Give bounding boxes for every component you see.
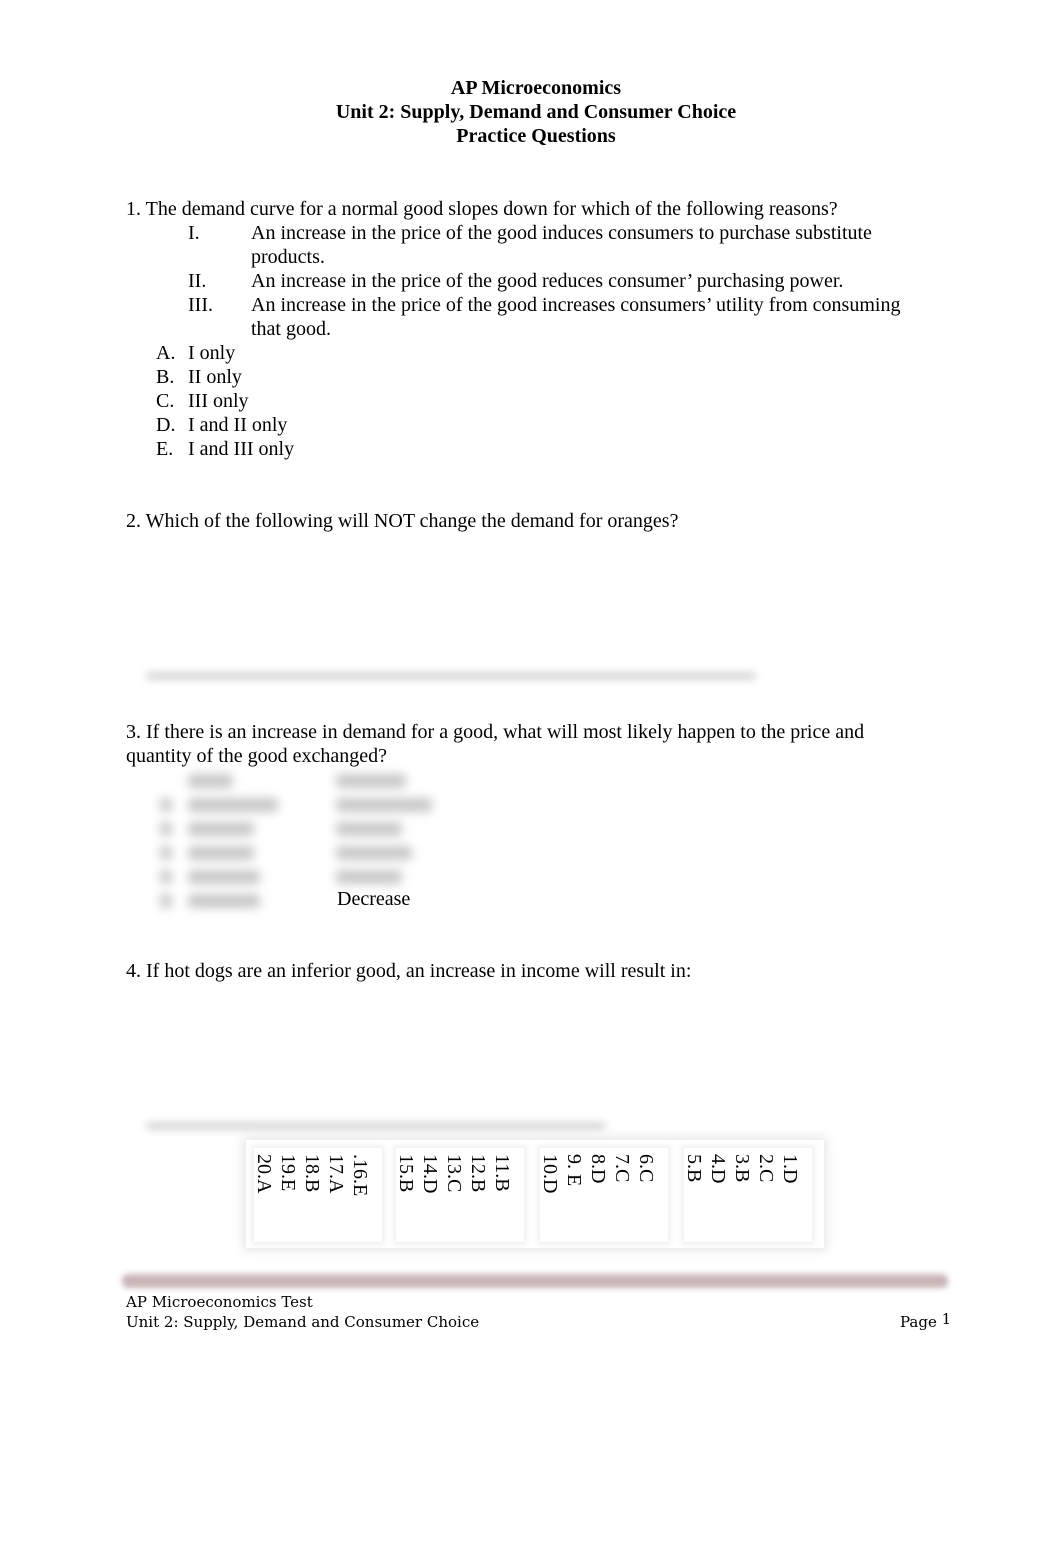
statement-numeral: I. bbox=[188, 222, 200, 244]
choice-letter: A. bbox=[156, 342, 176, 364]
blurred-cell bbox=[188, 846, 254, 860]
document-title: AP Microeconomics bbox=[450, 77, 622, 99]
blurred-header bbox=[336, 774, 406, 788]
blurred-cell bbox=[336, 798, 432, 812]
answer-key-column: 6.C 7.C 8.D 9. E 10.D bbox=[539, 1148, 668, 1242]
answer-key-entry: 13.C bbox=[443, 1154, 465, 1193]
page-label: Page bbox=[900, 1313, 937, 1331]
page-value: 1 bbox=[941, 1310, 952, 1328]
footer-divider bbox=[122, 1274, 948, 1288]
blurred-cell bbox=[336, 846, 412, 860]
statement-text: An increase in the price of the good red… bbox=[251, 270, 844, 292]
footer-title: AP Microeconomics Test bbox=[126, 1293, 313, 1311]
choice-text: III only bbox=[188, 390, 249, 412]
answer-key-table: 1.D 2.C 3.B 4.D 5.B 6.C 7.C 8.D 9. E 10.D 11.B 12.B… bbox=[246, 1140, 824, 1248]
choice-text: I and II only bbox=[188, 414, 288, 436]
blurred-cell bbox=[188, 870, 260, 884]
visible-table-value: Decrease bbox=[337, 888, 411, 910]
answer-key-entry: 1.D bbox=[779, 1154, 801, 1184]
blurred-letter bbox=[160, 894, 172, 908]
blurred-cell bbox=[188, 798, 278, 812]
answer-key-entry: 7.C bbox=[611, 1154, 633, 1183]
answer-key-entry: 10.D bbox=[539, 1154, 561, 1194]
choice-letter: B. bbox=[156, 366, 175, 388]
statement-text: An increase in the price of the good ind… bbox=[251, 222, 872, 244]
section-title: Practice Questions bbox=[456, 125, 616, 147]
answer-key-column: 11.B 12.B 13.C 14.D 15.B bbox=[395, 1148, 524, 1242]
answer-key-entry: 15.B bbox=[395, 1154, 417, 1193]
blurred-letter bbox=[160, 846, 172, 860]
blurred-cell bbox=[336, 870, 402, 884]
answer-key-column: .16.E 17.A 18.B 19.E 20.A bbox=[253, 1148, 382, 1242]
statement-numeral: II. bbox=[188, 270, 207, 292]
answer-key-entry: 17.A bbox=[325, 1154, 347, 1194]
answer-key-entry: 19.E bbox=[277, 1154, 299, 1192]
blurred-letter bbox=[160, 870, 172, 884]
page-number: Page 1 bbox=[900, 1310, 952, 1332]
choice-text: I and III only bbox=[188, 438, 295, 460]
answer-key-entry: 20.A bbox=[253, 1154, 275, 1194]
question-4-text: 4. If hot dogs are an inferior good, an … bbox=[126, 960, 692, 982]
answer-key-entry: 2.C bbox=[755, 1154, 777, 1183]
blurred-header bbox=[188, 774, 233, 788]
question-3-text: 3. If there is an increase in demand for… bbox=[126, 721, 865, 743]
blurred-letter bbox=[160, 798, 172, 812]
answer-key-entry: 11.B bbox=[491, 1154, 513, 1192]
question-2-text: 2. Which of the following will NOT chang… bbox=[126, 510, 679, 532]
question-1-text: 1. The demand curve for a normal good sl… bbox=[126, 198, 838, 220]
answer-key-column: 1.D 2.C 3.B 4.D 5.B bbox=[683, 1148, 812, 1242]
statement-text: that good. bbox=[251, 318, 331, 340]
statement-text: products. bbox=[251, 246, 325, 268]
redacted-content bbox=[146, 1122, 606, 1130]
answer-key-entry: 18.B bbox=[301, 1154, 323, 1193]
answer-key-entry: 6.C bbox=[635, 1154, 657, 1183]
blurred-letter bbox=[160, 822, 172, 836]
footer-subtitle: Unit 2: Supply, Demand and Consumer Choi… bbox=[126, 1313, 480, 1331]
answer-key-entry: 14.D bbox=[419, 1154, 441, 1194]
question-3-text: quantity of the good exchanged? bbox=[126, 745, 388, 767]
blurred-cell bbox=[188, 822, 254, 836]
choice-letter: D. bbox=[156, 414, 176, 436]
answer-key-entry: .16.E bbox=[349, 1154, 371, 1197]
choice-text: II only bbox=[188, 366, 242, 388]
answer-key-entry: 5.B bbox=[683, 1154, 705, 1183]
choice-letter: E. bbox=[156, 438, 174, 460]
choice-text: I only bbox=[188, 342, 236, 364]
choice-letter: C. bbox=[156, 390, 175, 412]
answer-key-entry: 4.D bbox=[707, 1154, 729, 1184]
blurred-cell bbox=[188, 894, 260, 908]
answer-key-entry: 3.B bbox=[731, 1154, 753, 1183]
statement-numeral: III. bbox=[188, 294, 213, 316]
answer-key-entry: 12.B bbox=[467, 1154, 489, 1193]
statement-text: An increase in the price of the good inc… bbox=[251, 294, 901, 316]
redacted-content bbox=[146, 672, 756, 680]
blurred-cell bbox=[336, 822, 402, 836]
answer-key-entry: 8.D bbox=[587, 1154, 609, 1184]
answer-key-entry: 9. E bbox=[563, 1154, 585, 1187]
unit-title: Unit 2: Supply, Demand and Consumer Choi… bbox=[335, 101, 737, 123]
